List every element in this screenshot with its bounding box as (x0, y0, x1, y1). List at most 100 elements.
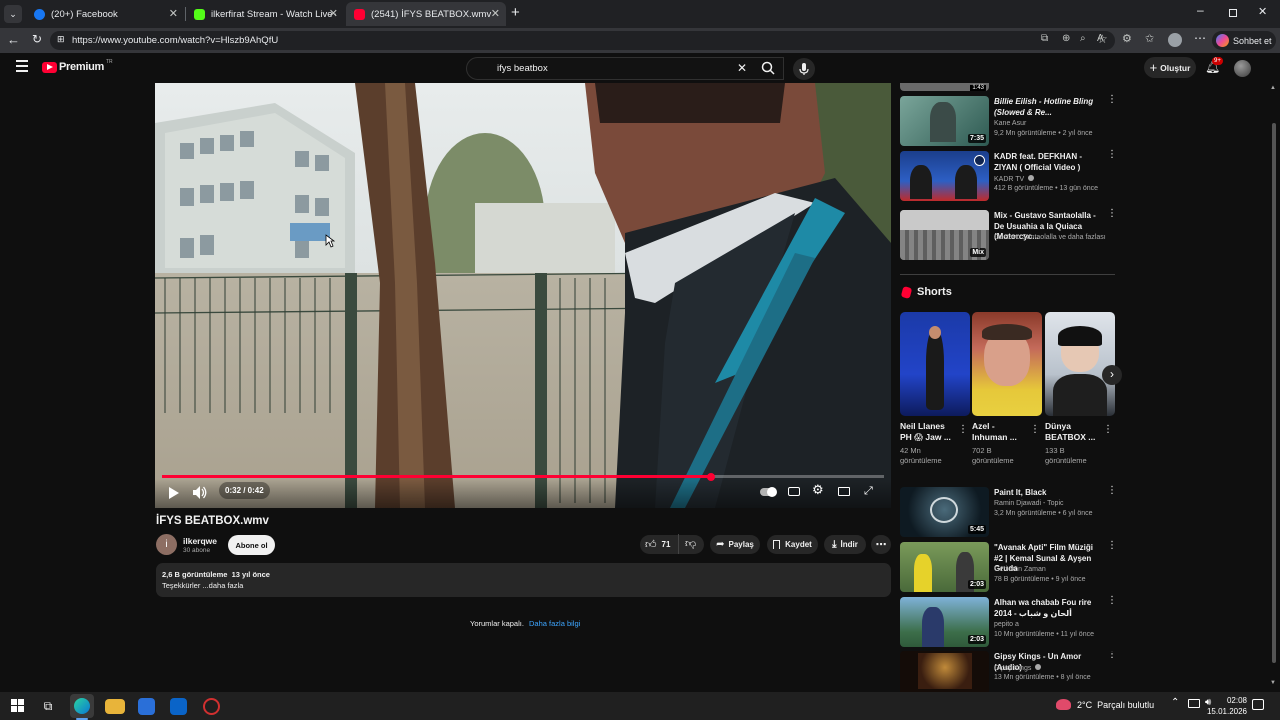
tab-kick[interactable]: ilkerfirat Stream - Watch Live on K ✕ (186, 2, 344, 26)
more-options-icon[interactable]: ⋮ (1103, 424, 1113, 435)
rec-channel[interactable]: Gipsy Kings (994, 664, 1042, 672)
network-icon[interactable] (1188, 699, 1200, 708)
short-title[interactable]: Azel - Inhuman ... (972, 421, 1028, 443)
recommendation-item[interactable]: 2:03 "Avanak Apti" Film Müziği #2 | Kema… (900, 541, 1117, 594)
start-icon[interactable] (8, 696, 28, 716)
rec-title[interactable]: Paint It, Black (994, 488, 1102, 499)
search-input[interactable]: ifys beatbox ✕ (466, 57, 784, 80)
rec-channel[interactable]: Kane Asur (994, 120, 1026, 127)
rec-channel[interactable]: pepito a (994, 621, 1019, 628)
more-options-icon[interactable]: ⋮ (1107, 150, 1117, 160)
profile-avatar[interactable] (1168, 33, 1182, 47)
download-button[interactable]: ⤓ İndir (824, 535, 866, 554)
description-box[interactable]: 2,6 B görüntüleme 13 yıl önce Teşekkürle… (156, 563, 891, 597)
close-tab-icon[interactable]: ✕ (329, 7, 338, 20)
short-title[interactable]: Neil Llanes PH 😱 Jaw ... (900, 421, 956, 443)
short-title[interactable]: Dünya BEATBOX ... (1045, 421, 1101, 443)
dislike-button[interactable]: 👎︎ (678, 534, 704, 554)
subscribe-button[interactable]: Abone ol (228, 535, 275, 555)
close-tab-icon[interactable]: ✕ (169, 7, 178, 20)
more-options-icon[interactable]: ⋮ (1107, 95, 1117, 105)
recommendation-item[interactable]: 5:45 Paint It, Black Ramin Djawadi - Top… (900, 486, 1117, 539)
rec-channel[interactable]: Gustavo Santaolalla ve daha fazlası (994, 234, 1112, 241)
video-thumbnail[interactable]: 7:35 (900, 96, 989, 146)
settings-icon[interactable]: ⚙ (812, 482, 824, 498)
rec-title[interactable]: KADR feat. DEFKHAN - ZIYAN ( Official Vi… (994, 152, 1102, 173)
hamburger-menu-icon[interactable] (16, 60, 28, 72)
omnibox[interactable]: ⊞ https://www.youtube.com/watch?v=Hlszb9… (50, 31, 1115, 50)
search-button[interactable] (754, 57, 784, 80)
scroll-down-icon[interactable]: ▼ (1270, 680, 1276, 686)
video-thumbnail[interactable] (900, 151, 989, 201)
task-view-icon[interactable]: ⧉ (38, 696, 58, 716)
video-thumbnail[interactable] (900, 651, 989, 692)
rec-channel[interactable]: KADR TV (994, 175, 1035, 183)
video-thumbnail[interactable]: 2:03 (900, 597, 989, 647)
extensions-icon[interactable]: ⚙ (1122, 32, 1132, 45)
more-options-icon[interactable]: ⋮ (1107, 486, 1117, 496)
autoplay-toggle[interactable] (760, 487, 777, 497)
site-info-icon[interactable]: ⊞ (57, 34, 65, 45)
weather-widget[interactable]: 2°C Parçalı bulutlu (1056, 699, 1154, 710)
notifications-button[interactable]: 🔔︎ 9+ (1205, 57, 1223, 76)
more-options-icon[interactable]: ⋮ (1107, 596, 1117, 606)
create-button[interactable]: + Oluştur (1144, 57, 1196, 78)
restore-icon[interactable] (1229, 9, 1237, 17)
voice-search-button[interactable] (793, 58, 815, 80)
recommendation-item[interactable]: Mix Mix - Gustavo Santaolalla - De Usuah… (900, 209, 1117, 262)
recommendation-item[interactable]: KADR feat. DEFKHAN - ZIYAN ( Official Vi… (900, 150, 1117, 203)
app-icon[interactable] (203, 698, 220, 715)
miniplayer-icon[interactable] (838, 487, 850, 496)
rec-title[interactable]: Alhan wa chabab Fou rire 2014 - ألحان و … (994, 598, 1102, 619)
clock[interactable]: 02:08 15.01.2026 (1201, 695, 1247, 717)
video-thumbnail[interactable]: Mix (900, 210, 989, 260)
channel-name[interactable]: ilkerqwe (183, 536, 217, 546)
tab-list-icon[interactable]: ⌄ (4, 5, 22, 23)
short-thumbnail[interactable] (900, 312, 970, 416)
close-tab-icon[interactable]: ✕ (491, 7, 500, 20)
short-item[interactable]: Neil Llanes PH 😱 Jaw ... 42 Mn görüntüle… (900, 312, 970, 466)
progress-bar[interactable] (162, 472, 884, 481)
more-menu-icon[interactable]: ⋯ (1194, 31, 1206, 45)
copilot-button[interactable]: Sohbet et (1212, 31, 1276, 50)
video-thumbnail[interactable]: 2:03 (900, 542, 989, 592)
recommendation-item[interactable]: Gipsy Kings - Un Amor (Audio) Gipsy King… (900, 651, 1115, 692)
channel-avatar[interactable]: i (156, 534, 177, 555)
store-icon[interactable] (138, 698, 155, 715)
close-window-icon[interactable]: ✕ (1258, 5, 1267, 18)
more-options-icon[interactable]: ⋮ (1030, 424, 1040, 435)
scroll-up-icon[interactable]: ▲ (1270, 85, 1276, 91)
save-button[interactable]: Kaydet (767, 535, 818, 554)
more-options-icon[interactable]: ⋮ (1107, 651, 1115, 660)
minimize-icon[interactable]: – (1197, 3, 1204, 17)
recommendation-item[interactable]: 7:35 Billie Eilish - Hotline Bling (Slow… (900, 95, 1117, 148)
more-options-icon[interactable]: ⋮ (958, 424, 968, 435)
subtitles-icon[interactable] (788, 487, 800, 496)
more-options-icon[interactable]: ⋮ (1107, 209, 1117, 219)
recommendation-item[interactable]: 2:03 Alhan wa chabab Fou rire 2014 - ألح… (900, 596, 1117, 649)
youtube-premium-logo[interactable]: Premium TR (42, 59, 113, 73)
like-button[interactable]: 👍︎ 71 (645, 538, 670, 551)
volume-button[interactable] (193, 486, 207, 502)
url-text[interactable]: https://www.youtube.com/watch?v=Hlszb9Ah… (72, 35, 278, 46)
file-explorer-icon[interactable] (105, 699, 125, 714)
outlook-icon[interactable] (170, 698, 187, 715)
rec-channel[interactable]: Geri Dön Zaman (994, 566, 1046, 573)
short-item[interactable]: Dünya BEATBOX ... 133 B görüntüleme ⋮ (1045, 312, 1115, 466)
apps-icon[interactable]: ⊕ (1062, 33, 1070, 44)
video-player[interactable]: 0:32 / 0:42 ⚙ ⤢ (155, 83, 891, 508)
clear-search-icon[interactable]: ✕ (737, 61, 747, 75)
learn-more-link[interactable]: Daha fazla bilgi (529, 619, 580, 628)
rec-channel[interactable]: Ramin Djawadi - Topic (994, 500, 1064, 507)
tab-youtube[interactable]: (2541) İFYS BEATBOX.wmv - YouTu ✕ (346, 2, 506, 26)
translate-icon[interactable]: ⧉ (1041, 33, 1048, 44)
play-button[interactable] (168, 487, 179, 499)
favorites-icon[interactable]: ✩ (1145, 32, 1154, 45)
notification-center-icon[interactable] (1252, 699, 1264, 710)
show-hidden-icons[interactable]: ⌃ (1171, 697, 1179, 708)
scroll-thumb[interactable] (1272, 123, 1276, 663)
fullscreen-icon[interactable]: ⤢ (864, 485, 873, 498)
rec-partial-thumb[interactable]: 1:43 (900, 83, 989, 91)
more-actions-button[interactable]: ⋯ (871, 535, 891, 554)
video-thumbnail[interactable]: 5:45 (900, 487, 989, 537)
